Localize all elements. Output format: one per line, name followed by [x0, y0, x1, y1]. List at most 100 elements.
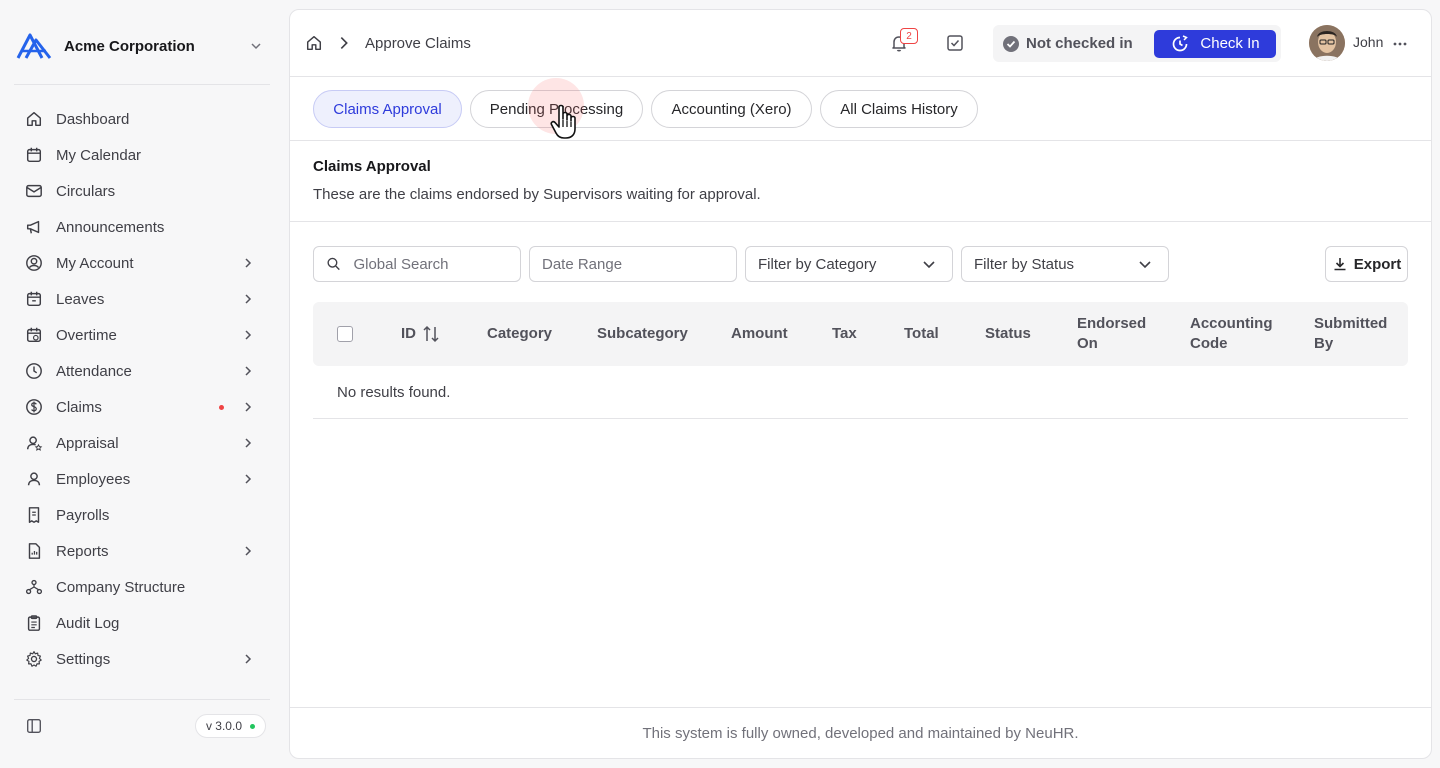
calendar-clock-icon: [24, 325, 44, 345]
chevron-right-icon: [245, 474, 252, 484]
mail-icon: [24, 181, 44, 201]
section-divider: [290, 221, 1431, 222]
section-description: These are the claims endorsed by Supervi…: [313, 186, 761, 203]
report-icon: [24, 541, 44, 561]
sidebar-item-claims[interactable]: Claims: [14, 389, 270, 425]
company-logo-icon: [14, 26, 54, 66]
tab-claims-approval[interactable]: Claims Approval: [313, 90, 462, 128]
category-filter-select[interactable]: Filter by Category: [745, 246, 953, 282]
clock-arrow-icon: [1173, 34, 1189, 51]
tab-accounting-xero[interactable]: Accounting (Xero): [651, 90, 812, 128]
sidebar-item-label: Attendance: [56, 362, 132, 380]
main-panel: Approve Claims 2 Not checked in Check In: [289, 9, 1432, 759]
column-header-category: Category: [487, 325, 553, 342]
chevron-right-icon: [245, 366, 252, 376]
user-circle-icon: [24, 253, 44, 273]
sidebar-panel-icon: [27, 719, 41, 733]
date-range-input[interactable]: [542, 247, 736, 281]
org-chart-icon: [24, 577, 44, 597]
column-header-id[interactable]: ID: [401, 324, 416, 344]
more-horizontal-icon[interactable]: [1390, 34, 1410, 54]
sidebar-toggle-button[interactable]: [14, 708, 54, 744]
chevron-down-icon: [251, 43, 261, 50]
avatar[interactable]: [1309, 25, 1345, 61]
chevron-right-icon: [245, 546, 252, 556]
chevron-right-icon: [245, 438, 252, 448]
sidebar-item-label: Announcements: [56, 218, 165, 236]
status-text: Not checked in: [1026, 35, 1133, 52]
chevron-down-icon: [1139, 261, 1151, 269]
receipt-icon: [24, 505, 44, 525]
chevron-right-icon: [245, 654, 252, 664]
sidebar-item-label: Employees: [56, 470, 131, 488]
check-in-label: Check In: [1200, 35, 1260, 52]
sidebar-item-my-calendar[interactable]: My Calendar: [14, 137, 270, 173]
megaphone-icon: [24, 217, 44, 237]
sidebar-item-label: Payrolls: [56, 506, 110, 524]
column-header-subcategory: Subcategory: [597, 325, 688, 342]
chevron-right-icon: [245, 258, 252, 268]
sidebar-item-label: Company Structure: [56, 578, 186, 596]
sort-icon[interactable]: [421, 324, 441, 344]
export-label: Export: [1353, 255, 1402, 273]
global-search-field: [313, 246, 521, 282]
status-filter-label: Filter by Status: [974, 255, 1075, 273]
sidebar-item-settings[interactable]: Settings: [14, 641, 270, 677]
org-name: Acme Corporation: [64, 37, 195, 55]
sidebar-item-dashboard[interactable]: Dashboard: [14, 101, 270, 137]
chevron-right-icon: [245, 294, 252, 304]
sidebar-item-label: My Calendar: [56, 146, 142, 164]
notification-count-badge: 2: [900, 28, 918, 44]
export-button[interactable]: Export: [1325, 246, 1408, 282]
column-header-submitted-by: Submitted By: [1314, 315, 1388, 352]
online-status-dot: [250, 723, 255, 729]
sidebar-item-leaves[interactable]: Leaves: [14, 281, 270, 317]
search-input[interactable]: [353, 247, 520, 281]
user-star-icon: [24, 433, 44, 453]
home-icon[interactable]: [305, 34, 323, 52]
column-header-tax: Tax: [832, 325, 857, 342]
sidebar-item-label: Settings: [56, 650, 111, 668]
sidebar-item-overtime[interactable]: Overtime: [14, 317, 270, 353]
status-filter-select[interactable]: Filter by Status: [961, 246, 1169, 282]
column-header-amount: Amount: [731, 325, 788, 342]
breadcrumb-current: Approve Claims: [365, 34, 471, 52]
version-badge: v 3.0.0: [194, 714, 266, 738]
status-chip: Not checked in: [1002, 35, 1133, 53]
page-footer: This system is fully owned, developed an…: [290, 707, 1431, 758]
user-name: John: [1353, 34, 1384, 50]
clock-icon: [24, 361, 44, 381]
user-icon: [24, 469, 44, 489]
calendar-icon: [24, 145, 44, 165]
sidebar-item-attendance[interactable]: Attendance: [14, 353, 270, 389]
chevron-down-icon: [923, 261, 935, 269]
sidebar-item-employees[interactable]: Employees: [14, 461, 270, 497]
sidebar-item-audit-log[interactable]: Audit Log: [14, 605, 270, 641]
chevron-right-icon: [245, 330, 252, 340]
section-title: Claims Approval: [313, 158, 431, 175]
download-icon: [1334, 258, 1346, 271]
search-icon: [327, 257, 340, 271]
sidebar-item-label: Appraisal: [56, 434, 119, 452]
sidebar-item-circulars[interactable]: Circulars: [14, 173, 270, 209]
sidebar-item-reports[interactable]: Reports: [14, 533, 270, 569]
tab-all-claims-history[interactable]: All Claims History: [820, 90, 978, 128]
sidebar-item-my-account[interactable]: My Account: [14, 245, 270, 281]
sidebar-item-company-structure[interactable]: Company Structure: [14, 569, 270, 605]
clipboard-icon: [24, 613, 44, 633]
topbar: Approve Claims 2 Not checked in Check In: [290, 10, 1431, 77]
org-switcher[interactable]: Acme Corporation: [14, 26, 270, 66]
sidebar-item-appraisal[interactable]: Appraisal: [14, 425, 270, 461]
chevron-right-icon: [245, 402, 252, 412]
column-header-endorsed-on: Endorsed On: [1077, 315, 1147, 352]
check-in-button[interactable]: Check In: [1154, 29, 1276, 58]
task-check-icon[interactable]: [944, 32, 966, 54]
sidebar-item-announcements[interactable]: Announcements: [14, 209, 270, 245]
sidebar-item-payrolls[interactable]: Payrolls: [14, 497, 270, 533]
table-empty-row: No results found.: [313, 366, 1408, 419]
select-all-checkbox[interactable]: [337, 326, 353, 342]
user-photo-icon: [1309, 25, 1345, 61]
column-header-total: Total: [904, 325, 939, 342]
gear-icon: [24, 649, 44, 669]
sidebar-divider: [14, 699, 270, 700]
